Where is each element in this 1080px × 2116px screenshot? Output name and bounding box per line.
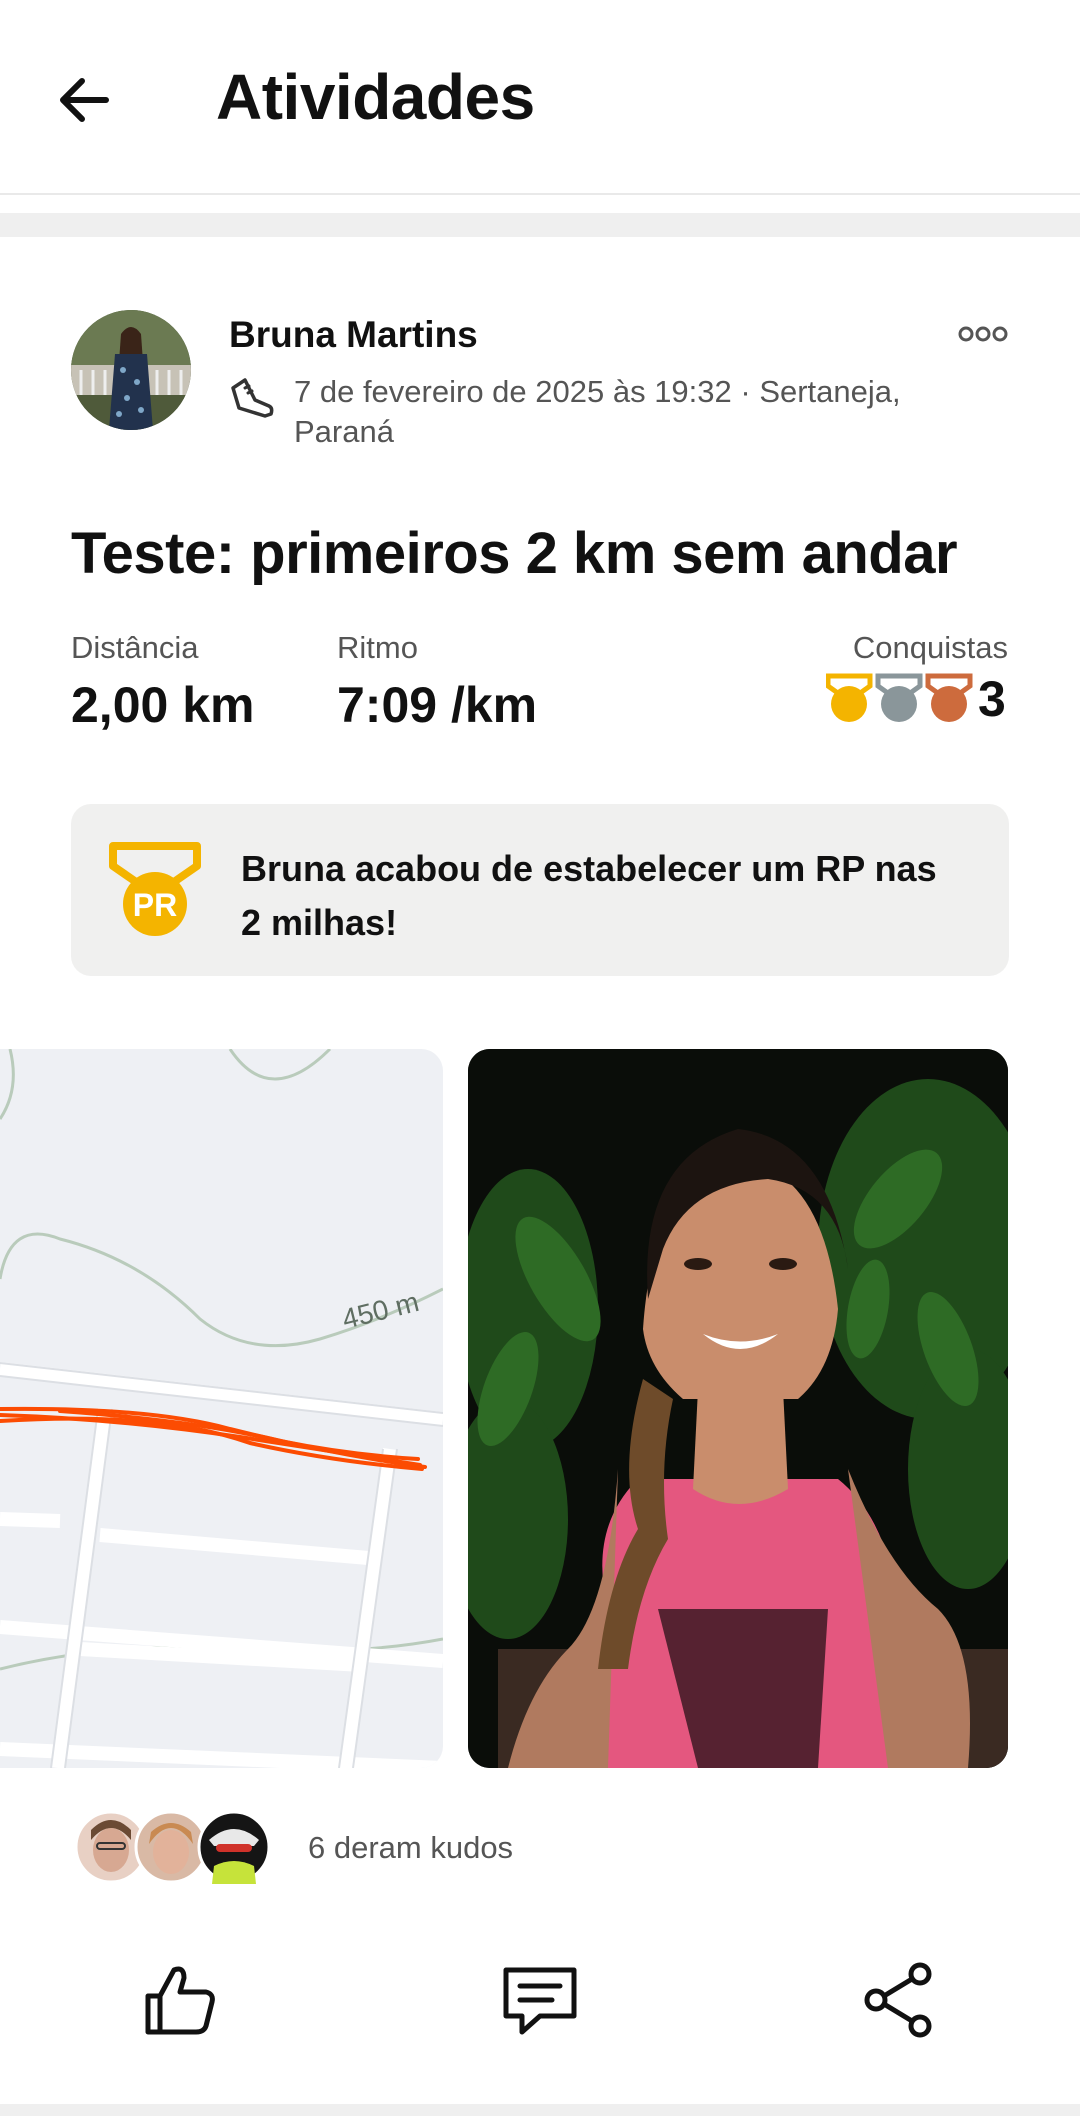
- page-title: Atividades: [216, 61, 535, 133]
- distance-label: Distância: [71, 630, 199, 665]
- pr-medal-icon: PR: [109, 842, 201, 936]
- activity-photo[interactable]: [468, 1049, 1008, 1768]
- elevation-label: 450 m: [339, 1286, 422, 1335]
- achievements-label: Conquistas: [852, 630, 1008, 665]
- achievements-count: 3: [978, 671, 1006, 727]
- pace-value: 7:09 /km: [337, 677, 538, 733]
- medals-icon: [826, 673, 973, 722]
- achievement-banner[interactable]: PR Bruna acabou de estabelecer um RP nas…: [71, 804, 1009, 976]
- athlete-name[interactable]: Bruna Martins: [229, 314, 478, 356]
- comment-icon[interactable]: [500, 1960, 580, 2040]
- achievement-text: Bruna acabou de estabelecer um RP nas 2 …: [241, 848, 937, 943]
- more-options-icon[interactable]: [958, 322, 1008, 346]
- running-shoe-icon: [231, 378, 274, 418]
- pr-badge-text: PR: [133, 887, 177, 923]
- bottom-divider: [0, 2104, 1080, 2116]
- divider: [0, 213, 1080, 237]
- share-icon[interactable]: [860, 1960, 940, 2040]
- activity-title[interactable]: Teste: primeiros 2 km sem andar: [71, 520, 958, 587]
- arrow-left-icon[interactable]: [54, 70, 114, 130]
- athlete-avatar[interactable]: [71, 310, 191, 430]
- top-app-bar: Atividades: [0, 0, 1080, 195]
- kudos-thumb-icon[interactable]: [140, 1960, 220, 2040]
- activity-meta: 7 de fevereiro de 2025 às 19:32 · Sertan…: [294, 374, 901, 449]
- kudos-count[interactable]: 6 deram kudos: [308, 1830, 513, 1866]
- pace-label: Ritmo: [337, 630, 418, 665]
- distance-value: 2,00 km: [71, 677, 255, 733]
- kudos-avatars[interactable]: [74, 1810, 274, 1884]
- route-map[interactable]: 450 m: [0, 1049, 443, 1768]
